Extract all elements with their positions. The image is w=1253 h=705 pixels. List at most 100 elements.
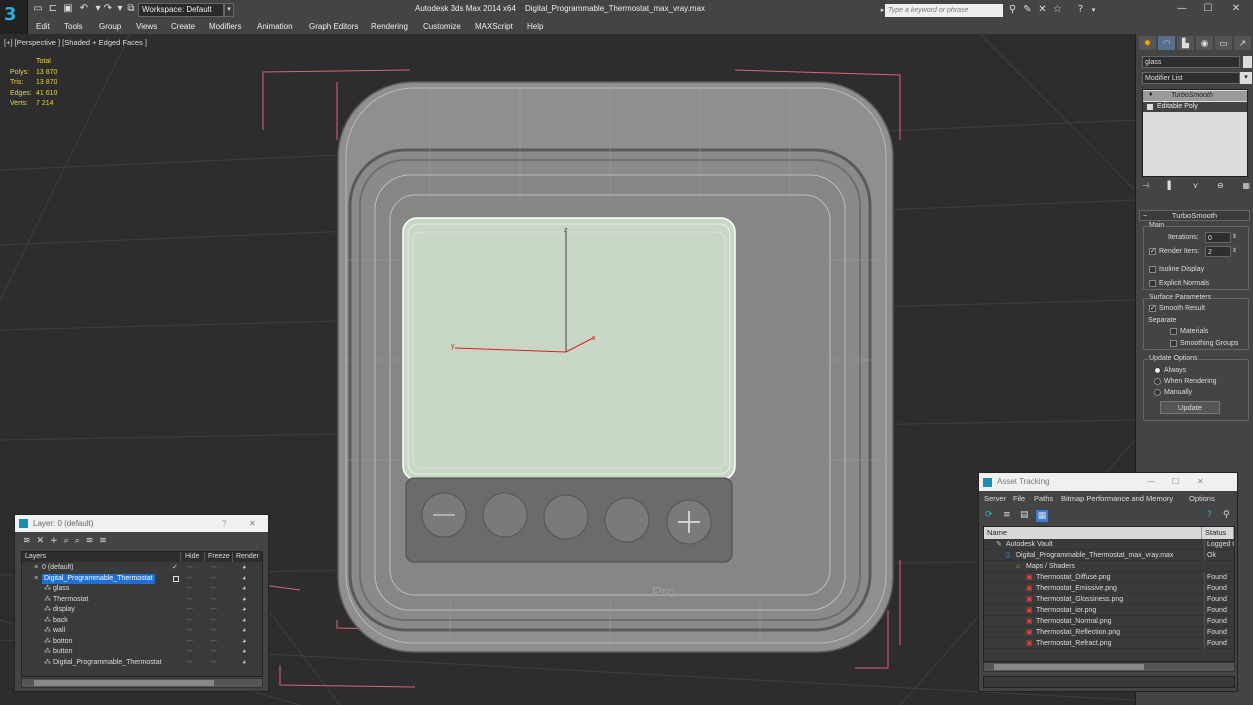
layer-row[interactable]: ⁂ botton --- --- ◕	[22, 637, 262, 648]
create-tab-icon[interactable]: ✹	[1139, 36, 1156, 50]
select-layer-icon[interactable]: ⌕	[75, 536, 80, 548]
horizontal-scrollbar[interactable]	[983, 662, 1235, 672]
menu-views[interactable]: Views	[136, 22, 157, 31]
binoculars-icon[interactable]: ⚲	[1007, 4, 1018, 16]
stack-item-turbosmooth[interactable]: TurboSmooth	[1143, 91, 1247, 101]
modifier-list-dropdown[interactable]: Modifier List	[1142, 72, 1240, 84]
asset-window-title[interactable]: Asset Tracking — ☐ ✕	[979, 473, 1237, 491]
rollout-header[interactable]: − TurboSmooth	[1139, 210, 1250, 221]
help-dropdown-icon[interactable]: ▾	[1088, 4, 1099, 16]
asset-row[interactable]: ▣ Thermostat_ior.png Found	[984, 605, 1234, 616]
current-layer-check-icon[interactable]: ✓	[172, 563, 178, 573]
scrollbar-thumb[interactable]	[34, 680, 214, 686]
layer-row[interactable]: ⁂ Thermostat --- --- ◕	[22, 595, 262, 606]
asset-row[interactable]: ▣ Thermostat_Reflection.png Found	[984, 627, 1234, 638]
horizontal-scrollbar[interactable]	[21, 678, 263, 688]
show-end-result-icon[interactable]: ▌	[1168, 181, 1174, 193]
asset-menu-paths[interactable]: Paths	[1034, 492, 1053, 505]
asset-menu-server[interactable]: Server	[984, 492, 1006, 505]
asset-menu-file[interactable]: File	[1013, 492, 1025, 505]
column-render[interactable]: Render	[232, 552, 259, 562]
help-icon[interactable]: ?	[1207, 510, 1212, 520]
asset-row[interactable]: ▣ Thermostat_Refract.png Found	[984, 638, 1234, 649]
open-file-icon[interactable]: ⊏	[47, 3, 59, 15]
layer-row[interactable]: ≡ 0 (default) ✓ --- --- ◕	[22, 563, 262, 574]
project-folder-icon[interactable]: ⧉	[125, 3, 137, 15]
asset-path-field[interactable]	[983, 676, 1235, 688]
layer-row[interactable]: ⁂ glass --- --- ◕	[22, 584, 262, 595]
help-button[interactable]: ?	[222, 515, 226, 532]
spinner-arrows-icon[interactable]: ⇕	[1232, 233, 1237, 240]
menu-rendering[interactable]: Rendering	[371, 22, 408, 31]
new-layer-icon[interactable]: +	[50, 536, 58, 548]
column-layers[interactable]: Layers	[25, 552, 46, 562]
maximize-icon[interactable]: ☐	[1197, 2, 1219, 16]
render-teapot-icon[interactable]: ◕	[242, 605, 246, 615]
menu-help[interactable]: Help	[527, 22, 543, 31]
redo-icon[interactable]: ↷	[102, 3, 114, 15]
menu-graph-editors[interactable]: Graph Editors	[309, 22, 358, 31]
asset-row[interactable]: ▯ Digital_Programmable_Thermostat_max_vra…	[984, 550, 1234, 561]
stack-item-editable-poly[interactable]: Editable Poly	[1143, 102, 1247, 112]
freeze-toggle[interactable]: ---	[210, 616, 217, 626]
make-unique-icon[interactable]: ⋎	[1193, 181, 1199, 193]
chevron-down-icon[interactable]: ▾	[224, 3, 234, 17]
asset-menu-options[interactable]: Options	[1189, 492, 1215, 505]
hide-toggle[interactable]: ---	[186, 647, 193, 657]
render-teapot-icon[interactable]: ◕	[242, 574, 246, 584]
close-icon[interactable]: ✕	[249, 515, 256, 532]
asset-row[interactable]: ▣ Thermostat_Normal.png Found	[984, 616, 1234, 627]
menu-create[interactable]: Create	[171, 22, 195, 31]
render-teapot-icon[interactable]: ◕	[242, 658, 246, 668]
search-input[interactable]: Type a keyword or phrase	[885, 4, 1003, 17]
materials-checkbox[interactable]	[1170, 328, 1177, 335]
spinner-arrows-icon[interactable]: ⇕	[1232, 247, 1237, 254]
column-status[interactable]: Status	[1202, 527, 1234, 539]
layers-icon[interactable]: ≋	[23, 536, 31, 548]
render-teapot-icon[interactable]: ◕	[242, 616, 246, 626]
minimize-icon[interactable]: —	[1171, 2, 1193, 16]
when-rendering-radio[interactable]	[1154, 378, 1161, 385]
render-teapot-icon[interactable]: ◕	[242, 584, 246, 594]
hide-toggle[interactable]: ---	[186, 574, 193, 584]
column-name[interactable]: Name	[984, 527, 1202, 539]
isoline-checkbox[interactable]	[1149, 266, 1156, 273]
viewport-label[interactable]: [+] [Perspective ] [Shaded + Edged Faces…	[4, 38, 147, 47]
configure-modifier-sets-icon[interactable]: ▦	[1242, 181, 1250, 193]
freeze-toggle[interactable]: ---	[210, 584, 217, 594]
maximize-icon[interactable]: ☐	[1172, 473, 1179, 491]
render-teapot-icon[interactable]: ◕	[242, 637, 246, 647]
hierarchy-tab-icon[interactable]: ▙	[1177, 36, 1194, 50]
freeze-toggle[interactable]: ---	[210, 563, 217, 573]
select-in-layer-icon[interactable]: ⌕	[64, 536, 69, 548]
table-view-icon[interactable]: ▤	[1020, 510, 1029, 520]
manually-radio[interactable]	[1154, 389, 1161, 396]
menu-edit[interactable]: Edit	[36, 22, 50, 31]
hide-toggle[interactable]: ---	[186, 616, 193, 626]
remove-modifier-icon[interactable]: ⊖	[1217, 181, 1224, 193]
smoothing-groups-checkbox[interactable]	[1170, 340, 1177, 347]
hide-toggle[interactable]: ---	[186, 626, 193, 636]
hide-toggle[interactable]: ---	[186, 605, 193, 615]
menu-tools[interactable]: Tools	[64, 22, 83, 31]
set-current-checkbox[interactable]	[173, 575, 179, 582]
app-menu-button[interactable]: 3	[0, 0, 28, 34]
render-iters-spinner[interactable]: 2	[1205, 246, 1231, 257]
utilities-tab-icon[interactable]: ↗	[1234, 36, 1251, 50]
pin-stack-icon[interactable]: ⊣	[1142, 181, 1149, 193]
freeze-toggle[interactable]: ---	[210, 605, 217, 615]
freeze-toggle[interactable]: ---	[210, 595, 217, 605]
layer-row[interactable]: ⁂ button --- --- ◕	[22, 647, 262, 658]
motion-tab-icon[interactable]: ◉	[1196, 36, 1213, 50]
hide-toggle[interactable]: ---	[186, 637, 193, 647]
hide-toggle[interactable]: ---	[186, 584, 193, 594]
hide-toggle[interactable]: ---	[186, 595, 193, 605]
update-button[interactable]: Update	[1160, 401, 1220, 414]
save-file-icon[interactable]: ▣	[62, 3, 74, 15]
grid-view-icon[interactable]: ▦	[1036, 510, 1048, 522]
asset-row[interactable]: ✎ Autodesk Vault Logged O	[984, 539, 1234, 550]
undo-icon[interactable]: ↶	[78, 3, 90, 15]
layer-row[interactable]: ⁂ display --- --- ◕	[22, 605, 262, 616]
close-icon[interactable]: ✕	[1197, 473, 1204, 491]
layer-row[interactable]: ⁂ Digital_Programmable_Thermostat --- --- ◕	[22, 658, 262, 669]
